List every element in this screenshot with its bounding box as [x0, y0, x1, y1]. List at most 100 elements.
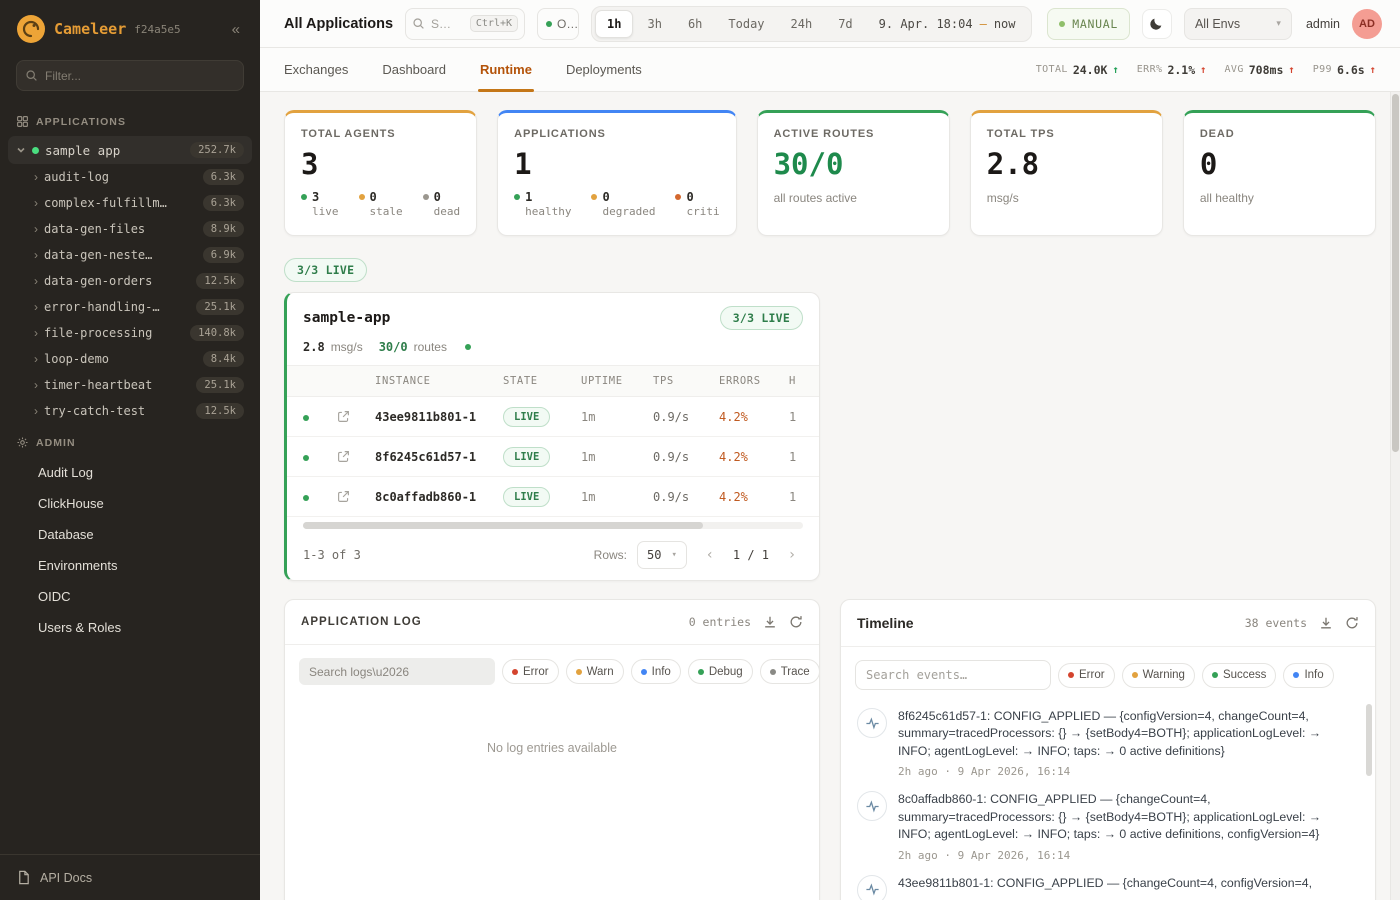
- chevron-right-icon: ›: [34, 327, 38, 339]
- timeline-search-input[interactable]: [855, 660, 1051, 690]
- event-text: 8c0affadb860-1: CONFIG_APPLIED — {change…: [898, 791, 1350, 843]
- filter-chip[interactable]: Error: [1058, 663, 1115, 688]
- instance-row[interactable]: 43ee9811b801-1 LIVE 1m 0.9/s 4.2% 1: [287, 397, 819, 437]
- tab[interactable]: Dashboard: [382, 48, 446, 91]
- manual-refresh-button[interactable]: MANUAL: [1047, 8, 1130, 40]
- tab[interactable]: Exchanges: [284, 48, 348, 91]
- sidebar-tree-item[interactable]: › audit-log 6.3k: [8, 164, 252, 190]
- timeline-event[interactable]: 8c0affadb860-1: CONFIG_APPLIED — {change…: [857, 791, 1355, 861]
- sidebar-item-sample-app[interactable]: sample app 252.7k: [8, 136, 252, 164]
- filter-chip[interactable]: Success: [1202, 663, 1276, 688]
- next-page-button[interactable]: ›: [779, 542, 805, 568]
- table-footer: 1-3 of 3 Rows: 50 ▾ ‹ 1 / 1 ›: [287, 532, 819, 580]
- global-search[interactable]: S… Ctrl+K: [405, 8, 525, 40]
- summary-metrics: TOTAL 24.0K ↑ ERR% 2.1% ↑ AVG 708ms ↑ P9…: [1036, 48, 1376, 91]
- time-range-button[interactable]: 7d: [826, 10, 864, 38]
- rows-per-page-label: Rows:: [594, 548, 627, 562]
- count-badge: 25.1k: [196, 299, 244, 315]
- environment-select[interactable]: All Envs ▾: [1184, 8, 1292, 40]
- timeline-event[interactable]: 43ee9811b801-1: CONFIG_APPLIED — {change…: [857, 875, 1355, 900]
- avatar[interactable]: AD: [1352, 9, 1382, 39]
- filter-chip[interactable]: Warning: [1122, 663, 1195, 688]
- sidebar-collapse-button[interactable]: «: [226, 19, 246, 40]
- summary-metric: P99 6.6s ↑: [1313, 63, 1376, 77]
- caret-down-icon: ▾: [671, 550, 676, 560]
- sidebar-tree-item[interactable]: › complex-fulfillm… 6.3k: [8, 190, 252, 216]
- sidebar-admin-item[interactable]: Environments: [0, 550, 260, 581]
- summary-metric: ERR% 2.1% ↑: [1137, 63, 1207, 77]
- sidebar-tree-item[interactable]: › loop-demo 8.4k: [8, 346, 252, 372]
- dark-mode-toggle[interactable]: [1142, 9, 1172, 39]
- app-activity-dot: [465, 344, 471, 350]
- instance-row[interactable]: 8c0affadb860-1 LIVE 1m 0.9/s 4.2% 1: [287, 477, 819, 517]
- tab[interactable]: Deployments: [566, 48, 642, 91]
- summary-metric: AVG 708ms ↑: [1224, 63, 1294, 77]
- tabs-bar: Exchanges Dashboard Runtime Deployments …: [260, 48, 1400, 92]
- sidebar-tree-item[interactable]: › data-gen-neste… 6.9k: [8, 242, 252, 268]
- app-routes-value: 30/0: [379, 340, 408, 354]
- sidebar-admin-item[interactable]: OIDC: [0, 581, 260, 612]
- prev-page-button[interactable]: ‹: [697, 542, 723, 568]
- timeline-events-count: 38 events: [1245, 616, 1307, 630]
- time-range-button[interactable]: 24h: [779, 10, 825, 38]
- open-instance-button[interactable]: [337, 450, 350, 463]
- range-end: now: [994, 17, 1016, 31]
- sidebar-tree-item[interactable]: › timer-heartbeat 25.1k: [8, 372, 252, 398]
- time-range-button[interactable]: 3h: [635, 10, 673, 38]
- count-badge: 12.5k: [196, 273, 244, 289]
- sidebar-admin-item[interactable]: Users & Roles: [0, 612, 260, 643]
- open-instance-button[interactable]: [337, 410, 350, 423]
- app-status-dot: [32, 147, 39, 154]
- sub-label: stale: [370, 205, 403, 218]
- refresh-button[interactable]: [1345, 616, 1359, 630]
- page-scrollbar-thumb[interactable]: [1392, 94, 1399, 452]
- stat-card-title: DEAD: [1200, 128, 1359, 140]
- download-button[interactable]: [763, 615, 777, 629]
- sidebar-tree-item[interactable]: › data-gen-files 8.9k: [8, 216, 252, 242]
- tree-item-label: data-gen-files: [44, 222, 197, 236]
- filter-chip[interactable]: Error: [502, 659, 559, 684]
- time-range-button[interactable]: 1h: [595, 10, 633, 38]
- timeline-scrollbar-thumb[interactable]: [1366, 704, 1372, 776]
- environment-select-value: All Envs: [1195, 17, 1240, 31]
- time-range-button[interactable]: 6h: [676, 10, 714, 38]
- timeline-event[interactable]: 8f6245c61d57-1: CONFIG_APPLIED — {config…: [857, 708, 1355, 778]
- sidebar-admin-item[interactable]: Audit Log: [0, 457, 260, 488]
- chip-label: Warning: [1143, 669, 1185, 681]
- scrollbar-thumb[interactable]: [303, 522, 703, 529]
- instance-status-dot: [303, 455, 309, 461]
- horizontal-scrollbar[interactable]: [303, 522, 803, 529]
- log-search-input[interactable]: [299, 658, 495, 685]
- chevron-right-icon: ›: [34, 275, 38, 287]
- sidebar-tree-item[interactable]: › file-processing 140.8k: [8, 320, 252, 346]
- count-badge: 8.4k: [203, 351, 244, 367]
- tab[interactable]: Runtime: [480, 48, 532, 91]
- sidebar-filter-input[interactable]: [16, 60, 244, 91]
- sidebar-tree-item[interactable]: › error-handling-… 25.1k: [8, 294, 252, 320]
- sidebar-admin-item[interactable]: Database: [0, 519, 260, 550]
- chevron-right-icon: ›: [34, 353, 38, 365]
- online-indicator-chip[interactable]: O…: [537, 8, 579, 40]
- sidebar-tree-item[interactable]: › try-catch-test 12.5k: [8, 398, 252, 424]
- instance-row[interactable]: 8f6245c61d57-1 LIVE 1m 0.9/s 4.2% 1: [287, 437, 819, 477]
- page-scrollbar[interactable]: [1390, 92, 1400, 900]
- event-text: 8f6245c61d57-1: CONFIG_APPLIED — {config…: [898, 708, 1350, 760]
- filter-chip[interactable]: Warn: [566, 659, 624, 684]
- download-button[interactable]: [1319, 616, 1333, 630]
- filter-chip[interactable]: Trace: [760, 659, 820, 684]
- manual-dot: [1059, 21, 1065, 27]
- applications-section-header: APPLICATIONS: [0, 103, 260, 136]
- time-range-control: 1h 3h 6h Today 24h 7d 9. Apr. 18:04 – no…: [591, 6, 1031, 42]
- filter-chip[interactable]: Info: [631, 659, 681, 684]
- stat-card-value: 30/0: [774, 147, 933, 181]
- api-docs-link[interactable]: API Docs: [0, 854, 260, 900]
- filter-chip[interactable]: Info: [1283, 663, 1333, 688]
- count-badge: 140.8k: [190, 325, 244, 341]
- rows-per-page-select[interactable]: 50 ▾: [637, 541, 687, 569]
- sidebar-tree-item[interactable]: › data-gen-orders 12.5k: [8, 268, 252, 294]
- filter-chip[interactable]: Debug: [688, 659, 753, 684]
- time-range-button[interactable]: Today: [716, 10, 776, 38]
- refresh-button[interactable]: [789, 615, 803, 629]
- open-instance-button[interactable]: [337, 490, 350, 503]
- sidebar-admin-item[interactable]: ClickHouse: [0, 488, 260, 519]
